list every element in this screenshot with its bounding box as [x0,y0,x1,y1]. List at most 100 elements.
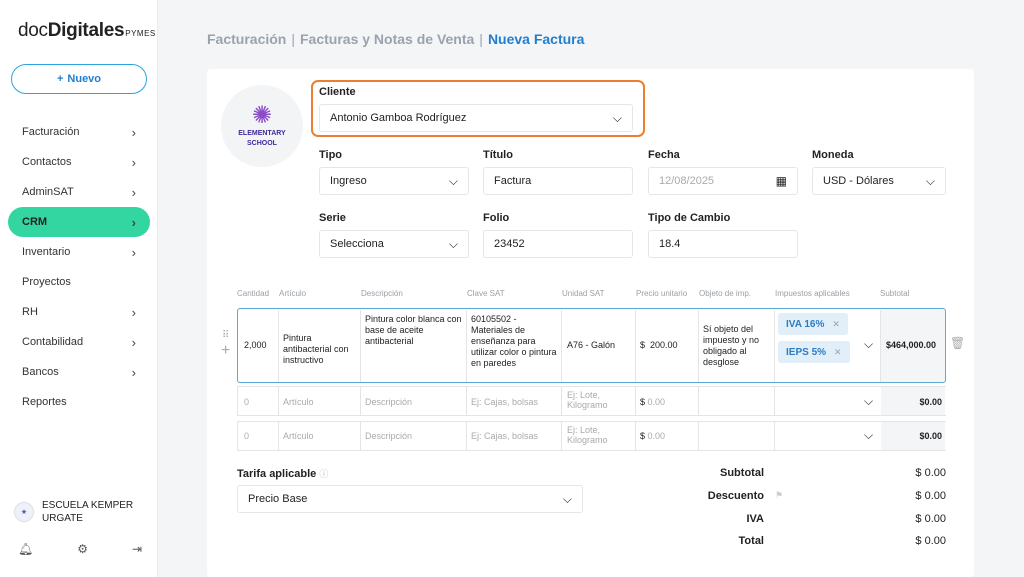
row3-precio[interactable]: $ 0.00 [640,431,665,442]
th-descripcion: Descripción [361,289,403,298]
th-impuestos: Impuestos aplicables [775,289,850,298]
moneda-select[interactable]: USD - Dólares ⌵ [812,167,946,195]
row1-precio[interactable]: $ 200.00 [640,340,678,351]
discount-tag-icon[interactable]: ⚑ [775,490,783,501]
tipo-cambio-input[interactable]: 18.4 [648,230,798,258]
chevron-right-icon: › [131,124,136,140]
row3-cantidad[interactable]: 0 [244,431,249,442]
row2-subtotal: $0.00 [919,397,942,407]
add-row-icon[interactable]: + [221,343,230,359]
sidebar-bottom-icons: 🔔︎ ⚙ ⇥ [18,542,142,556]
chevron-down-icon: ⌵ [448,236,458,251]
tipo-cambio-label: Tipo de Cambio [648,212,731,224]
sidebar: docDigitalesPYMES + Nuevo Facturación › Co… [0,0,158,577]
iva-value: $ 0.00 [915,513,946,525]
th-unidad-sat: Unidad SAT [562,289,605,298]
row2-clave-sat[interactable]: Ej: Cajas, bolsas [471,397,538,408]
sidebar-item-inventario[interactable]: Inventario › [8,237,150,267]
sidebar-item-adminsat[interactable]: AdminSAT › [8,177,150,207]
row1-objeto[interactable]: Sí objeto del impuesto y no obligado al … [703,324,771,368]
tarifa-select[interactable]: Precio Base ⌵ [237,485,583,513]
serie-label: Serie [319,212,346,224]
tipo-label: Tipo [319,149,343,161]
close-icon[interactable]: ✕ [832,319,840,330]
plus-icon: + [56,73,64,85]
total-value: $ 0.00 [915,535,946,547]
sidebar-item-facturacion[interactable]: Facturación › [8,117,150,147]
row3-clave-sat[interactable]: Ej: Cajas, bolsas [471,431,538,442]
company-name: ESCUELA KEMPER URGATE [42,500,134,524]
breadcrumb-current: Nueva Factura [487,31,585,47]
folio-input[interactable]: 23452 [483,230,633,258]
row3-subtotal: $0.00 [919,431,942,441]
chevron-right-icon: › [131,334,136,350]
titulo-label: Título [483,149,513,161]
sidebar-nav: Facturación › Contactos › AdminSAT › CRM › I… [8,117,150,417]
school-figure-icon: ✺ [251,102,273,129]
calendar-icon[interactable]: ▦ [776,174,787,188]
row3-unidad-sat[interactable]: Ej: Lote, Kilogramo [567,425,627,445]
sidebar-item-crm[interactable]: CRM › [8,207,150,237]
row2-articulo[interactable]: Artículo [283,397,314,408]
sidebar-item-reportes[interactable]: Reportes [8,387,150,417]
titulo-input[interactable]: Factura [483,167,633,195]
chevron-right-icon: › [131,364,136,380]
chevron-down-icon[interactable]: ⌵ [864,428,873,443]
subtotal-value: $ 0.00 [915,467,946,479]
row1-unidad-sat[interactable]: A76 - Galón [567,340,615,351]
sidebar-item-contactos[interactable]: Contactos › [8,147,150,177]
company-logo: ★ [14,502,34,522]
client-logo: ✺ ELEMENTARY SCHOOL [221,85,303,167]
chevron-down-icon[interactable]: ⌵ [864,337,873,352]
row3-articulo[interactable]: Artículo [283,431,314,442]
tipo-select[interactable]: Ingreso ⌵ [319,167,469,195]
tax-tag-iva[interactable]: IVA 16% ✕ [778,313,848,335]
breadcrumb-facturas[interactable]: Facturas y Notas de Venta [300,31,474,47]
cliente-select[interactable]: Antonio Gamboa Rodríguez ⌵ [319,104,633,132]
sidebar-item-bancos[interactable]: Bancos › [8,357,150,387]
row1-articulo[interactable]: Pintura antibacterial con instructivo [283,333,353,366]
folio-label: Folio [483,212,510,224]
sidebar-item-rh[interactable]: RH › [8,297,150,327]
subtotal-label: Subtotal [720,467,764,479]
moneda-label: Moneda [812,149,854,161]
sidebar-item-contabilidad[interactable]: Contabilidad › [8,327,150,357]
row2-cantidad[interactable]: 0 [244,397,249,408]
sidebar-item-proyectos[interactable]: Proyectos [8,267,150,297]
th-clave-sat: Clave SAT [467,289,505,298]
app-logo[interactable]: docDigitalesPYMES [18,20,156,42]
serie-select[interactable]: Selecciona ⌵ [319,230,469,258]
tax-tag-ieps[interactable]: IEPS 5% ✕ [778,341,850,363]
company-switcher[interactable]: ★ ESCUELA KEMPER URGATE [14,499,133,525]
bell-icon[interactable]: 🔔︎ [18,542,33,556]
iva-label: IVA [746,513,764,525]
trash-icon[interactable]: 🗑︎ [950,337,965,349]
th-cantidad: Cantidad [237,289,270,298]
row2-descripcion[interactable]: Descripción [365,397,412,408]
row1-cantidad[interactable]: 2,000 [244,340,267,351]
row3-descripcion[interactable]: Descripción [365,431,412,442]
th-precio: Precio unitario [636,289,688,298]
chevron-down-icon: ⌵ [448,173,458,188]
drag-handle-icon[interactable]: ⠿ [222,330,229,341]
row1-descripcion[interactable]: Pintura color blanca con base de aceite … [365,314,463,347]
chevron-down-icon: ⌵ [562,491,572,506]
chevron-down-icon[interactable]: ⌵ [864,394,873,409]
row1-subtotal: $464,000.00 [885,340,936,350]
new-button[interactable]: + Nuevo [11,64,147,94]
breadcrumb: Facturación | Facturas y Notas de Venta | Nu… [207,31,585,47]
logout-icon[interactable]: ⇥ [132,542,142,556]
chevron-down-icon: ⌵ [612,110,622,125]
info-icon[interactable]: ⓘ [319,469,328,479]
th-objeto: Objeto de imp. [699,289,752,298]
row1-clave-sat[interactable]: 60105502 - Materiales de enseñanza para … [471,314,557,369]
row2-unidad-sat[interactable]: Ej: Lote, Kilogramo [567,390,627,410]
gear-icon[interactable]: ⚙ [77,542,88,556]
close-icon[interactable]: ✕ [834,347,842,358]
row2-precio[interactable]: $ 0.00 [640,397,665,408]
fecha-input[interactable]: 12/08/2025 ▦ [648,167,798,195]
descuento-value: $ 0.00 [915,490,946,502]
fecha-label: Fecha [648,149,680,161]
breadcrumb-facturacion[interactable]: Facturación [207,31,286,47]
tarifa-label: Tarifa aplicable ⓘ [237,468,329,480]
